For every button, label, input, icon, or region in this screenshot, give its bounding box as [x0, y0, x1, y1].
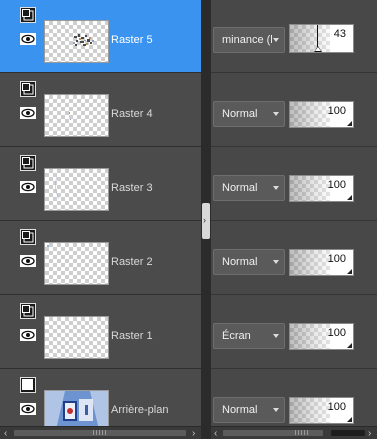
opacity-value: 43 — [333, 28, 346, 40]
opacity-value: 100 — [327, 327, 346, 339]
blend-mode-value: minance (l — [222, 34, 273, 46]
layer-props-row: minance (l 43 — [211, 0, 377, 73]
layer-list-scrollbar[interactable]: ‹ › — [0, 426, 201, 439]
layer-properties: minance (l 43 Normal 100 Normal 100 Norm… — [211, 0, 377, 426]
layer-name: Raster 5 — [111, 34, 153, 46]
layer-name: Arrière-plan — [111, 404, 169, 416]
layer-props-row: Écran 100 — [211, 296, 377, 369]
layer-visibility-icon[interactable] — [20, 303, 36, 319]
blend-mode-value: Normal — [222, 256, 258, 268]
scrollbar-thumb[interactable] — [331, 430, 365, 436]
blend-mode-dropdown[interactable]: Normal — [213, 397, 285, 423]
layers-palette: Raster 5 Raster 4 Raster 3 Raster 2 Rast… — [0, 0, 377, 439]
layer-row-raster-3[interactable]: Raster 3 — [0, 148, 201, 221]
eye-icon[interactable] — [20, 107, 36, 119]
opacity-value: 100 — [327, 105, 346, 117]
eye-icon[interactable] — [20, 33, 36, 45]
layer-name: Raster 3 — [111, 182, 153, 194]
blend-mode-dropdown[interactable]: Normal — [213, 175, 285, 201]
blend-mode-dropdown[interactable]: Écran — [213, 323, 285, 349]
layer-thumbnail[interactable] — [44, 316, 109, 359]
layer-row-raster-2[interactable]: Raster 2 — [0, 222, 201, 295]
blend-mode-dropdown[interactable]: Normal — [213, 101, 285, 127]
blend-mode-value: Normal — [222, 108, 258, 120]
eye-icon[interactable] — [20, 403, 36, 415]
opacity-value: 100 — [327, 179, 346, 191]
arrow-left-icon[interactable]: ‹ — [214, 429, 217, 439]
chevron-down-icon — [273, 260, 279, 264]
corner-handle-icon — [347, 195, 352, 200]
blend-mode-dropdown[interactable]: Normal — [213, 249, 285, 275]
opacity-slider[interactable]: 100 — [289, 397, 354, 424]
layer-thumbnail[interactable] — [44, 168, 109, 211]
layer-thumbnail[interactable] — [44, 20, 109, 63]
blend-mode-value: Normal — [222, 182, 258, 194]
opacity-slider[interactable]: 100 — [289, 101, 354, 128]
properties-scrollbar[interactable]: ‹ › — [211, 426, 377, 439]
corner-handle-icon — [347, 269, 352, 274]
opacity-slider[interactable]: 100 — [289, 175, 354, 202]
blend-mode-value: Écran — [222, 330, 251, 342]
layer-name: Raster 1 — [111, 330, 153, 342]
chevron-down-icon — [273, 334, 279, 338]
background-layer-icon[interactable] — [20, 377, 36, 393]
opacity-slider[interactable]: 43 — [289, 24, 354, 53]
eye-icon[interactable] — [20, 329, 36, 341]
chevron-down-icon — [273, 186, 279, 190]
arrow-right-icon[interactable]: › — [192, 429, 195, 439]
opacity-slider[interactable]: 100 — [289, 249, 354, 276]
blend-mode-dropdown[interactable]: minance (l — [213, 27, 285, 53]
corner-handle-icon — [347, 417, 352, 422]
chevron-down-icon — [273, 112, 279, 116]
layer-row-raster-5[interactable]: Raster 5 — [0, 0, 201, 73]
arrow-left-icon[interactable]: ‹ — [4, 429, 7, 439]
opacity-value: 100 — [327, 253, 346, 265]
chevron-down-icon — [273, 38, 279, 42]
layer-props-row: Normal 100 — [211, 148, 377, 221]
corner-handle-icon — [347, 121, 352, 126]
eye-icon[interactable] — [20, 181, 36, 193]
layer-list: Raster 5 Raster 4 Raster 3 Raster 2 Rast… — [0, 0, 201, 426]
opacity-slider-pointer-icon[interactable] — [314, 46, 322, 52]
layer-visibility-icon[interactable] — [20, 155, 36, 171]
layer-props-row: Normal 100 — [211, 74, 377, 147]
layer-name: Raster 2 — [111, 256, 153, 268]
layer-visibility-icon[interactable] — [20, 81, 36, 97]
layer-visibility-icon[interactable] — [20, 7, 36, 23]
opacity-value: 100 — [327, 401, 346, 413]
layer-thumbnail[interactable] — [44, 242, 109, 285]
layer-visibility-icon[interactable] — [20, 229, 36, 245]
layer-row-arriere-plan[interactable]: Arrière-plan — [0, 370, 201, 426]
layer-row-raster-4[interactable]: Raster 4 — [0, 74, 201, 147]
layer-thumbnail[interactable] — [44, 94, 109, 137]
opacity-slider-marker — [317, 25, 318, 47]
opacity-slider[interactable]: 100 — [289, 323, 354, 350]
layer-name: Raster 4 — [111, 108, 153, 120]
arrow-right-icon[interactable]: › — [368, 429, 371, 439]
scrollbar-grip-icon — [93, 430, 107, 435]
layer-thumbnail[interactable] — [44, 390, 109, 426]
blend-mode-value: Normal — [222, 404, 258, 416]
eye-icon[interactable] — [20, 255, 36, 267]
layer-row-raster-1[interactable]: Raster 1 — [0, 296, 201, 369]
scrollbar-grip-icon — [295, 430, 309, 435]
chevron-right-icon: › — [203, 215, 206, 225]
splitter-handle[interactable]: › — [202, 203, 210, 239]
chevron-down-icon — [273, 408, 279, 412]
layer-props-row: Normal 100 — [211, 222, 377, 295]
corner-handle-icon — [347, 343, 352, 348]
